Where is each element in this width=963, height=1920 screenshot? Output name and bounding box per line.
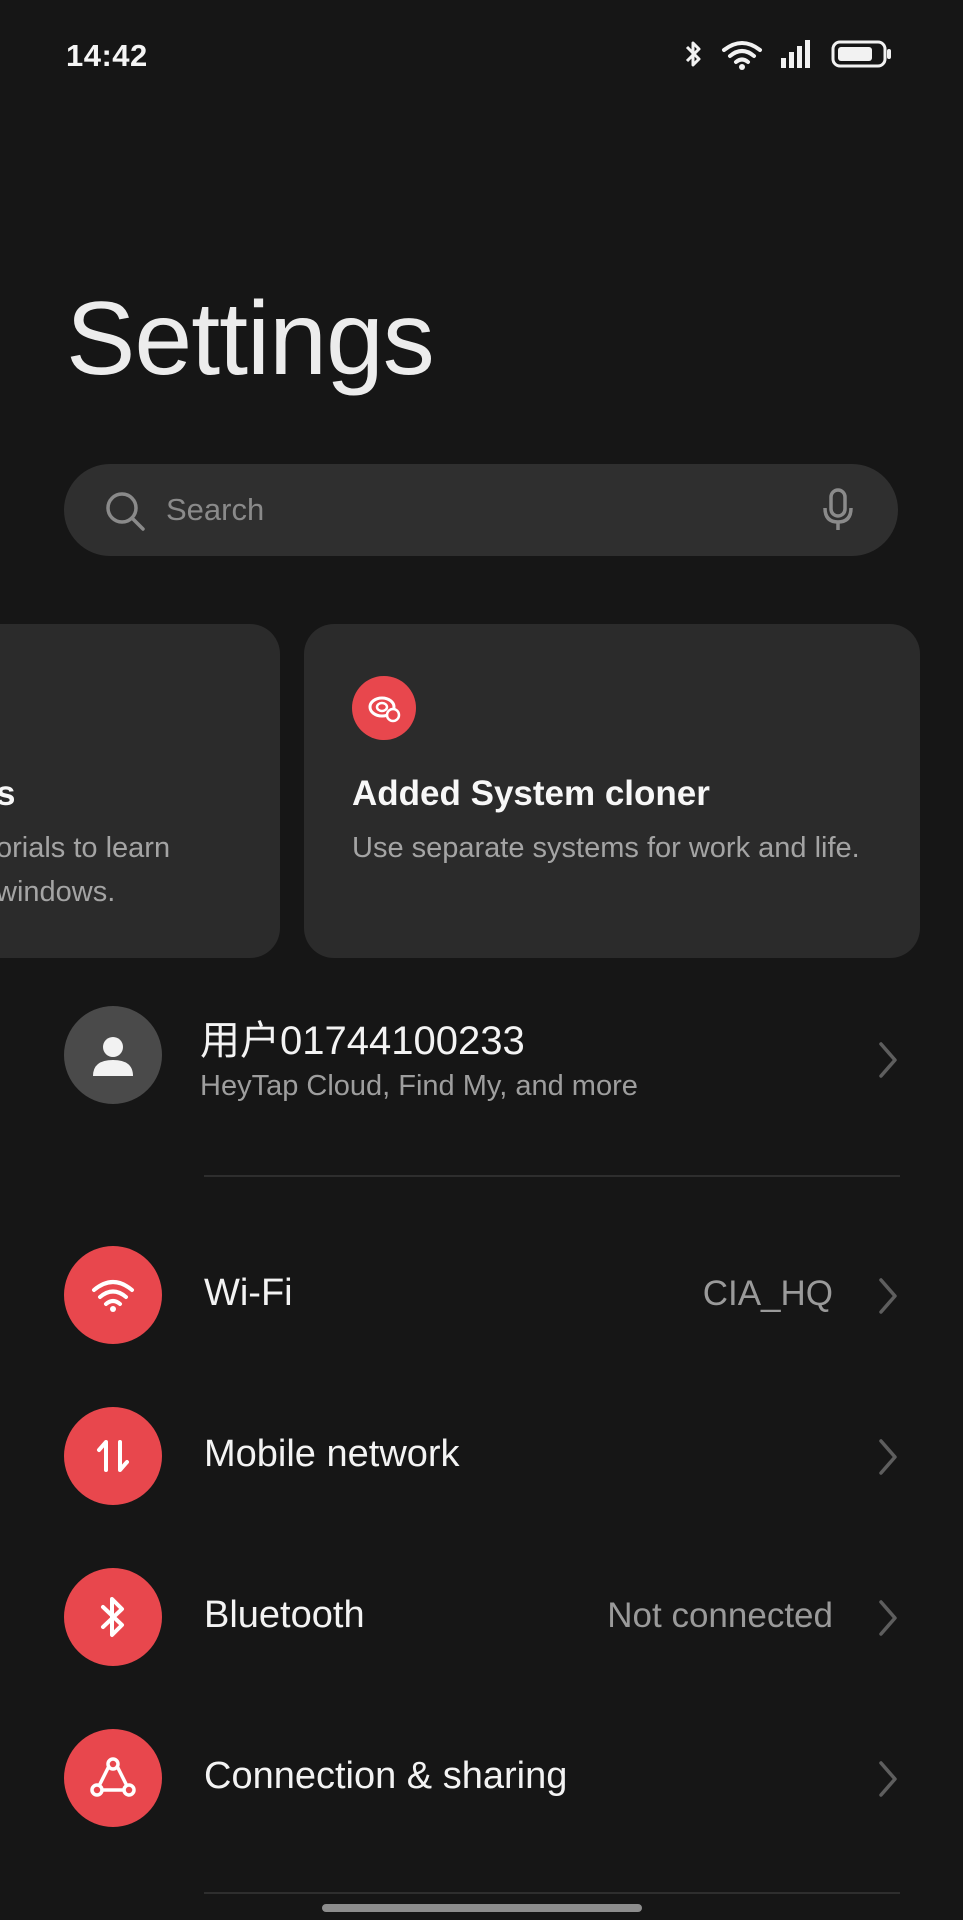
settings-row-connection-sharing[interactable]: Connection & sharing <box>0 1709 963 1849</box>
card-title: s <box>0 774 16 813</box>
feature-card-system-cloner[interactable]: Added System cloner Use separate systems… <box>304 624 920 958</box>
system-cloner-icon <box>352 676 416 740</box>
person-icon <box>93 1037 133 1076</box>
setting-value: Not connected <box>607 1596 833 1635</box>
wifi-status-icon <box>722 41 762 70</box>
connection-sharing-icon <box>64 1729 162 1827</box>
divider <box>204 1175 900 1177</box>
card-description: orials to learn windows. <box>0 832 171 908</box>
avatar <box>64 1006 162 1104</box>
account-subtitle: HeyTap Cloud, Find My, and more <box>200 1070 638 1102</box>
card-description: Use separate systems for work and life. <box>352 832 860 864</box>
setting-label: Mobile network <box>204 1433 460 1475</box>
mobile-data-icon <box>64 1407 162 1505</box>
settings-row-bluetooth[interactable]: Bluetooth Not connected <box>0 1548 963 1688</box>
feature-card-tutorials[interactable]: s orials to learn windows. <box>0 624 280 958</box>
chevron-right-icon <box>879 1600 897 1636</box>
search-bar[interactable]: Search <box>64 464 898 556</box>
wifi-icon <box>64 1246 162 1344</box>
divider <box>204 1892 900 1894</box>
chevron-right-icon <box>879 1761 897 1797</box>
status-time: 14:42 <box>66 38 148 73</box>
chevron-right-icon <box>879 1042 897 1078</box>
account-row[interactable]: 用户01744100233 HeyTap Cloud, Find My, and… <box>0 990 963 1130</box>
microphone-icon[interactable] <box>822 488 854 532</box>
bluetooth-icon <box>64 1568 162 1666</box>
signal-status-icon <box>781 40 810 68</box>
bluetooth-status-icon <box>685 41 701 67</box>
account-name: 用户01744100233 <box>200 1019 525 1063</box>
page-title: Settings <box>66 281 435 397</box>
setting-label: Bluetooth <box>204 1594 365 1636</box>
status-bar: 14:42 <box>0 0 963 110</box>
card-title: Added System cloner <box>352 774 710 813</box>
status-icons <box>683 38 893 70</box>
setting-label: Wi-Fi <box>204 1272 293 1314</box>
search-placeholder: Search <box>166 492 265 527</box>
chevron-right-icon <box>879 1439 897 1475</box>
battery-status-icon <box>831 40 891 68</box>
home-indicator[interactable] <box>322 1904 642 1912</box>
search-icon <box>106 492 145 531</box>
settings-row-mobile-network[interactable]: Mobile network <box>0 1387 963 1527</box>
settings-row-wifi[interactable]: Wi-Fi CIA_HQ <box>0 1226 963 1366</box>
setting-value: CIA_HQ <box>702 1274 833 1313</box>
setting-label: Connection & sharing <box>204 1755 568 1797</box>
chevron-right-icon <box>879 1278 897 1314</box>
